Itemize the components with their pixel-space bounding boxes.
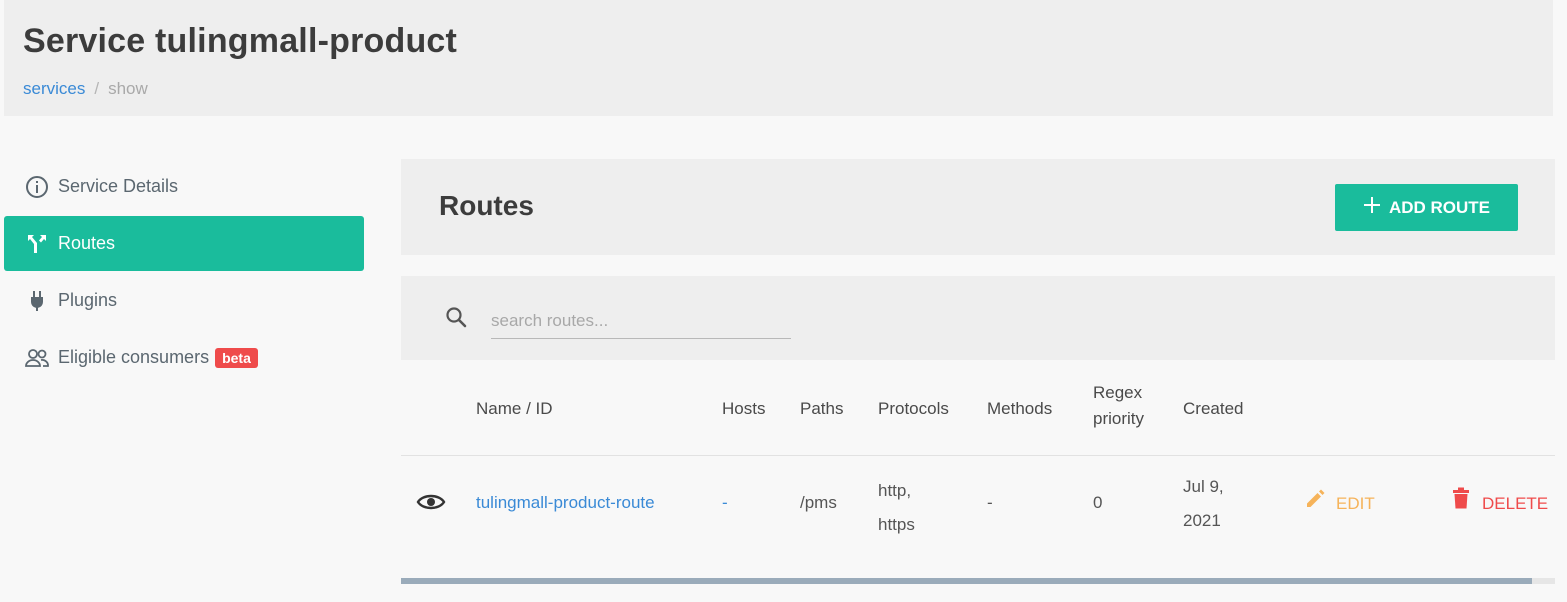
column-header-created[interactable]: Created xyxy=(1183,396,1243,422)
page-header: Service tulingmall-product services / show xyxy=(4,0,1553,116)
horizontal-scrollbar[interactable] xyxy=(401,578,1555,584)
route-created: Jul 9, 2021 xyxy=(1183,477,1224,530)
route-regex-priority: 0 xyxy=(1093,493,1103,512)
search-input[interactable] xyxy=(491,304,791,339)
breadcrumb: services / show xyxy=(23,79,148,99)
page-title: Service tulingmall-product xyxy=(23,22,458,60)
info-circle-icon xyxy=(24,174,50,200)
route-protocols: http, https xyxy=(878,481,915,534)
plus-icon xyxy=(1363,196,1381,219)
breadcrumb-separator: / xyxy=(94,79,100,98)
column-header-hosts[interactable]: Hosts xyxy=(722,396,765,422)
trash-icon xyxy=(1450,486,1472,522)
sidebar-item-label: Service Details xyxy=(58,176,179,196)
table-divider xyxy=(401,455,1555,456)
column-header-methods[interactable]: Methods xyxy=(987,396,1052,422)
search-icon xyxy=(444,305,468,334)
sidebar-item-eligible-consumers[interactable]: Eligible consumers beta xyxy=(4,330,364,385)
edit-button[interactable]: EDIT xyxy=(1304,486,1375,522)
add-route-label: ADD ROUTE xyxy=(1388,197,1491,217)
sidebar-item-plugins[interactable]: Plugins xyxy=(4,273,364,328)
sidebar-item-label: Plugins xyxy=(58,290,118,310)
routes-panel-header: Routes ADD ROUTE xyxy=(401,159,1555,255)
sidebar-item-label: Eligible consumers xyxy=(58,347,210,367)
column-header-regex-priority[interactable]: Regex priority xyxy=(1093,380,1163,432)
delete-button[interactable]: DELETE xyxy=(1450,486,1548,522)
column-header-protocols[interactable]: Protocols xyxy=(878,396,949,422)
sidebar-item-routes[interactable]: Routes xyxy=(4,216,364,271)
sidebar-item-label: Routes xyxy=(58,233,116,253)
scrollbar-thumb[interactable] xyxy=(401,578,1532,584)
pencil-icon xyxy=(1304,486,1328,522)
add-route-button[interactable]: ADD ROUTE xyxy=(1335,184,1518,231)
sidebar-item-service-details[interactable]: Service Details xyxy=(4,159,364,214)
route-hosts: - xyxy=(722,493,728,512)
plug-icon xyxy=(24,288,50,314)
column-header-name[interactable]: Name / ID xyxy=(476,396,553,422)
beta-badge: beta xyxy=(215,347,258,368)
edit-label: EDIT xyxy=(1336,494,1375,513)
route-paths: /pms xyxy=(800,493,837,512)
route-methods: - xyxy=(987,493,993,512)
eye-icon[interactable] xyxy=(416,487,446,529)
routes-title: Routes xyxy=(439,190,534,221)
breadcrumb-current: show xyxy=(108,79,148,98)
route-split-icon xyxy=(24,231,50,257)
delete-label: DELETE xyxy=(1482,494,1549,513)
users-icon xyxy=(24,345,50,371)
breadcrumb-services-link[interactable]: services xyxy=(23,79,85,98)
route-name-link[interactable]: tulingmall-product-route xyxy=(476,486,655,520)
routes-search-bar xyxy=(401,276,1555,360)
column-header-paths[interactable]: Paths xyxy=(800,396,843,422)
